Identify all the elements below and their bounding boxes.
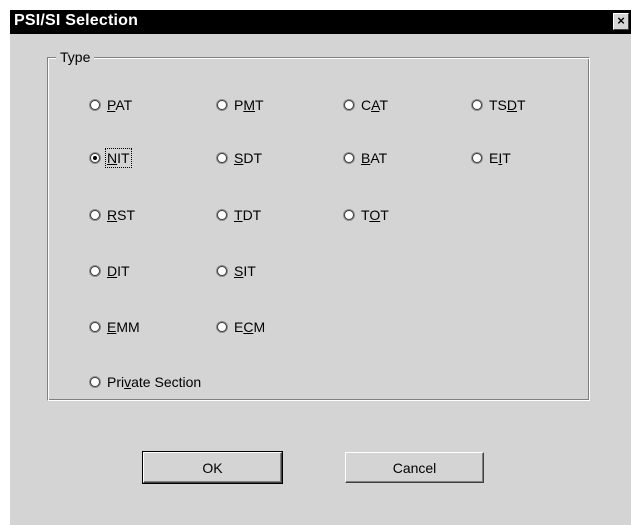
radio-indicator-checked <box>90 153 100 163</box>
radio-indicator <box>217 100 227 110</box>
radio-sdt[interactable]: SDT <box>217 150 262 166</box>
radio-label: TDT <box>234 207 262 223</box>
radio-pmt[interactable]: PMT <box>217 97 264 113</box>
window-title: PSI/SI Selection <box>14 12 139 29</box>
radio-label: CAT <box>361 97 388 113</box>
radio-indicator <box>472 100 482 110</box>
radio-nit[interactable]: NIT <box>90 148 132 168</box>
radio-indicator <box>90 266 100 276</box>
radio-label: PAT <box>107 97 133 113</box>
radio-indicator <box>472 153 482 163</box>
radio-label: NIT <box>105 148 132 168</box>
radio-indicator <box>217 153 227 163</box>
radio-indicator <box>90 210 100 220</box>
radio-label: Private Section <box>107 374 202 390</box>
radio-indicator <box>90 377 100 387</box>
radio-private-section[interactable]: Private Section <box>90 374 201 390</box>
type-group-legend: Type <box>56 49 95 65</box>
radio-label: EIT <box>489 150 511 166</box>
radio-label: SIT <box>234 263 256 279</box>
radio-dit[interactable]: DIT <box>90 263 130 279</box>
radio-label: BAT <box>361 150 388 166</box>
radio-label: ECM <box>234 319 266 335</box>
radio-indicator <box>217 322 227 332</box>
radio-label: TSDT <box>489 97 526 113</box>
radio-emm[interactable]: EMM <box>90 319 140 335</box>
radio-tsdt[interactable]: TSDT <box>472 97 526 113</box>
close-icon: × <box>617 13 625 28</box>
radio-eit[interactable]: EIT <box>472 150 511 166</box>
cancel-button[interactable]: Cancel <box>345 452 484 483</box>
radio-indicator <box>90 100 100 110</box>
radio-label: DIT <box>107 263 130 279</box>
radio-label: RST <box>107 207 136 223</box>
radio-ecm[interactable]: ECM <box>217 319 265 335</box>
radio-bat[interactable]: BAT <box>344 150 387 166</box>
ok-button-label: OK <box>202 459 223 476</box>
cancel-button-label: Cancel <box>392 459 437 476</box>
radio-indicator <box>217 210 227 220</box>
radio-indicator <box>344 153 354 163</box>
radio-indicator <box>344 210 354 220</box>
radio-indicator <box>217 266 227 276</box>
radio-indicator <box>344 100 354 110</box>
radio-pat[interactable]: PAT <box>90 97 132 113</box>
radio-rst[interactable]: RST <box>90 207 135 223</box>
ok-button[interactable]: OK <box>142 451 283 484</box>
radio-label: EMM <box>107 319 140 335</box>
radio-label: TOT <box>361 207 389 223</box>
radio-tot[interactable]: TOT <box>344 207 389 223</box>
radio-label: PMT <box>234 97 264 113</box>
radio-tdt[interactable]: TDT <box>217 207 261 223</box>
radio-sit[interactable]: SIT <box>217 263 256 279</box>
radio-label: SDT <box>234 150 263 166</box>
radio-indicator <box>90 322 100 332</box>
close-button[interactable]: × <box>613 13 629 30</box>
radio-cat[interactable]: CAT <box>344 97 388 113</box>
title-bar[interactable]: PSI/SI Selection × <box>10 10 631 34</box>
